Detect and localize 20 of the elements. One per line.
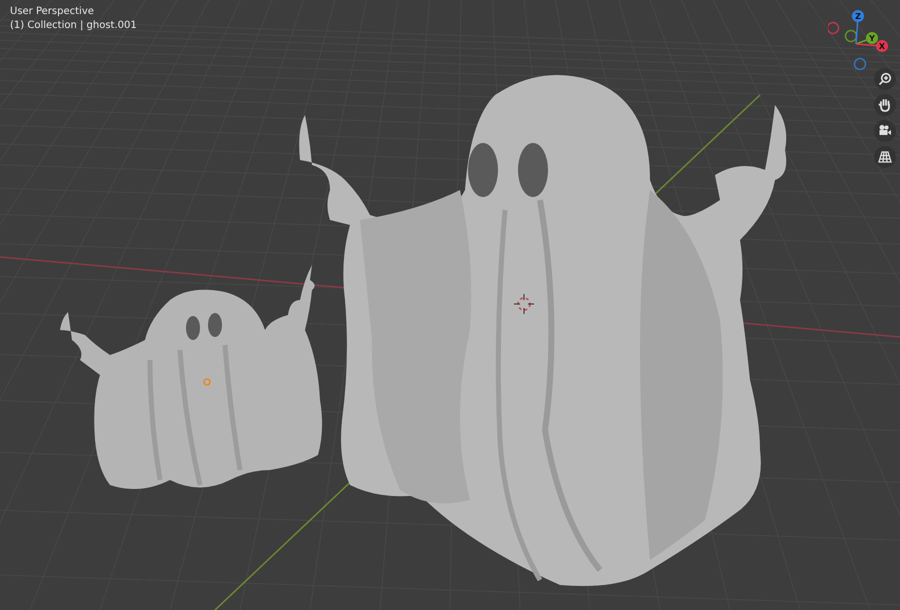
negative-axis-handle[interactable] — [844, 30, 858, 42]
3d-viewport[interactable]: User Perspective (1) Collection | ghost.001 Z Y X — [0, 0, 900, 610]
view-name: User Perspective — [10, 6, 95, 18]
hand-icon — [878, 98, 892, 112]
perspective-grid-icon — [878, 150, 892, 164]
negative-axis-handle[interactable] — [828, 22, 840, 34]
axis-gizmo[interactable]: Z Y X — [828, 6, 896, 70]
viewport-tool-button[interactable] — [874, 68, 896, 90]
origin-dot — [203, 378, 211, 386]
3d-cursor-icon — [514, 294, 534, 314]
negative-axis-handle[interactable] — [854, 58, 866, 70]
object-info: (1) Collection | ghost.001 — [10, 20, 137, 32]
viewport-tool-button[interactable] — [874, 94, 896, 116]
viewport-tool-button[interactable] — [874, 120, 896, 142]
viewport-tool-button[interactable] — [874, 146, 896, 168]
axis-handle[interactable]: Z — [852, 10, 864, 44]
axis-handle[interactable]: X — [856, 40, 888, 52]
zoom-icon — [878, 72, 892, 86]
movie-camera-icon — [878, 124, 892, 138]
axis-handle[interactable]: Y — [856, 32, 878, 45]
